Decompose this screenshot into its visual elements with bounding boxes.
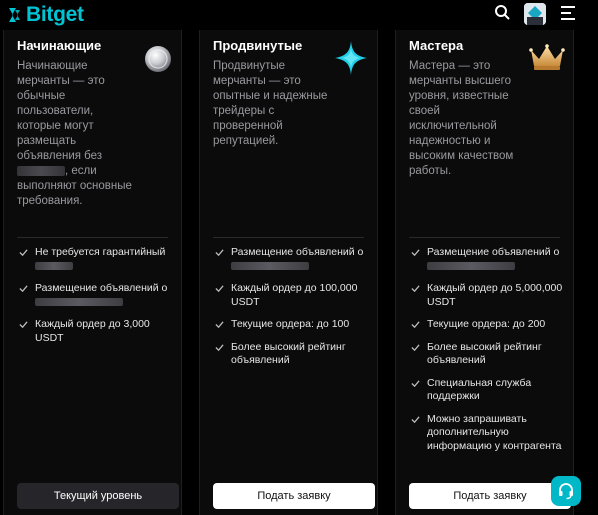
current-level-button[interactable]: Текущий уровень [17,483,179,509]
card-title: Продвинутые [213,38,303,53]
check-icon [19,321,28,329]
level-card-advanced: Продвинутые Продвинутые мерчанты — это о… [199,30,378,515]
check-icon [19,285,28,293]
logo-text: Bitget [26,3,84,26]
feature-item: Каждый ордер до 5,000,000 USDT [409,282,569,309]
feature-item: Можно запрашивать дополнительную информа… [409,413,569,454]
feature-text: Каждый ордер до 3,000 USDT [35,318,150,344]
blurred-text [35,297,123,306]
star-icon [335,41,367,75]
feature-text: Каждый ордер до 5,000,000 USDT [427,282,563,308]
feature-item: Текущие ордера: до 200 [409,318,569,332]
feature-text: Размещение объявлений о [231,246,364,258]
check-icon [215,321,224,329]
check-icon [19,249,28,257]
feature-item: Специальная служба поддержки [409,377,569,404]
level-card-master: Мастера Мастера — это мерчанты высшего у… [395,30,574,515]
feature-text: Можно запрашивать дополнительную информа… [427,412,562,452]
menu-icon[interactable] [561,6,577,25]
card-description-part1: Начинающие мерчанты — это обычные пользо… [17,60,105,162]
feature-item: Не требуется гарантийный [17,246,177,273]
headset-icon [559,483,573,500]
divider [409,237,560,238]
feature-item: Каждый ордер до 100,000 USDT [213,282,373,309]
divider [17,237,168,238]
feature-text: Не требуется гарантийный [35,246,166,258]
card-title: Начинающие [17,38,102,53]
bitget-logo[interactable]: Bitget [6,3,84,27]
check-icon [215,285,224,293]
avatar[interactable] [524,3,546,25]
support-chat-button[interactable] [551,476,581,506]
blurred-text [231,261,309,270]
blurred-text [17,165,65,176]
feature-text: Текущие ордера: до 200 [427,318,546,330]
check-icon [411,321,420,329]
apply-button[interactable]: Подать заявку [213,483,375,509]
divider [213,237,364,238]
check-icon [411,249,420,257]
card-description: Продвинутые мерчанты — это опытные и над… [213,60,328,147]
feature-text: Размещение объявлений о [427,246,560,258]
feature-item: Размещение объявлений о [17,282,177,309]
feature-list: Размещение объявлений о Каждый ордер до … [213,246,373,377]
feature-text: Размещение объявлений о [35,282,168,294]
check-icon [215,343,224,351]
feature-list: Размещение объявлений о Каждый ордер до … [409,246,569,462]
feature-text: Более высокий рейтинг объявлений [231,340,346,367]
feature-list: Не требуется гарантийный Размещение объя… [17,246,177,354]
feature-text: Более высокий рейтинг объявлений [427,340,542,367]
feature-item: Текущие ордера: до 100 [213,318,373,332]
feature-item: Более высокий рейтинг объявлений [213,341,373,368]
feature-text: Каждый ордер до 100,000 USDT [231,282,358,308]
silver-coin-icon [145,46,171,72]
apply-button[interactable]: Подать заявку [409,483,571,509]
bitget-logo-icon [9,8,20,22]
blurred-text [427,261,515,270]
check-icon [411,379,420,387]
feature-item: Размещение объявлений о [213,246,373,273]
blurred-text [35,261,73,270]
card-title: Мастера [409,38,464,53]
check-icon [411,285,420,293]
check-icon [411,415,420,423]
card-description: Мастера — это мерчанты высшего уровня, и… [409,60,514,177]
crown-icon [529,44,565,70]
feature-item: Более высокий рейтинг объявлений [409,341,569,368]
feature-item: Каждый ордер до 3,000 USDT [17,318,177,345]
search-icon[interactable] [494,4,510,25]
card-description: Начинающие мерчанты — это обычные пользо… [17,59,135,209]
level-card-beginner: Начинающие Начинающие мерчанты — это обы… [3,30,182,515]
feature-text: Текущие ордера: до 100 [231,318,350,330]
feature-text: Специальная служба поддержки [427,376,532,403]
feature-item: Размещение объявлений о [409,246,569,273]
check-icon [411,343,420,351]
check-icon [215,249,224,257]
top-header: Bitget [0,0,598,30]
